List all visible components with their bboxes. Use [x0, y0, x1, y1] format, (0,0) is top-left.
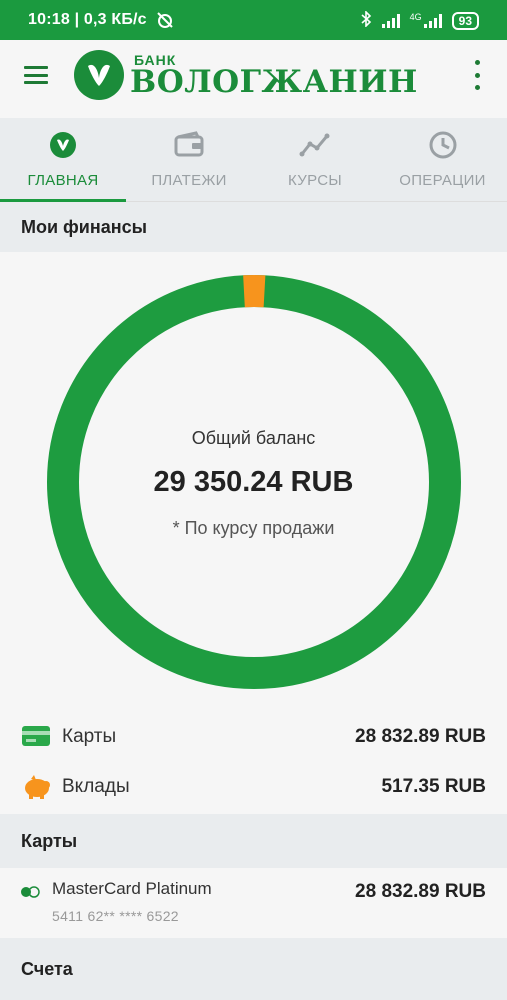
- section-my-finances: Мои финансы: [0, 202, 507, 252]
- summary-deposits-label: Вклады: [62, 776, 130, 797]
- battery-icon: 93: [451, 12, 479, 30]
- summary-row-deposits[interactable]: Вклады 517.35 RUB: [0, 762, 507, 812]
- card-icon: [22, 726, 50, 746]
- summary-row-cards[interactable]: Карты 28 832.89 RUB: [0, 712, 507, 762]
- more-vertical-icon[interactable]: [469, 60, 485, 90]
- summary-cards-label: Карты: [62, 726, 117, 747]
- network-type: 4G: [409, 12, 422, 22]
- balance-value: 29 350.24 RUB: [153, 466, 354, 498]
- tab-operations[interactable]: ОПЕРАЦИИ: [378, 118, 507, 202]
- summary-cards-value: 28 832.89 RUB: [355, 726, 486, 747]
- app-bar: БАНК ВОЛОГЖАНИН: [0, 40, 507, 118]
- menu-icon[interactable]: [24, 66, 48, 84]
- balance-note: * По курсу продажи: [172, 518, 335, 538]
- bank-logo-icon: [74, 50, 124, 100]
- wallet-icon: [174, 131, 204, 157]
- alarm-off-icon: [155, 10, 175, 35]
- status-time-speed: 10:18 | 0,3 КБ/с: [28, 11, 147, 28]
- balance-donut-area: Общий баланс 29 350.24 RUB * По курсу пр…: [0, 252, 507, 712]
- tab-main-label: ГЛАВНАЯ: [27, 172, 99, 189]
- mastercard-icon: [21, 886, 40, 898]
- card-name: MasterCard Platinum: [52, 879, 212, 898]
- tab-main[interactable]: ГЛАВНАЯ: [0, 118, 126, 202]
- clock-icon: [429, 131, 456, 159]
- tab-payments[interactable]: ПЛАТЕЖИ: [126, 118, 252, 202]
- bank-name: ВОЛОГЖАНИН: [130, 64, 418, 100]
- status-bar: 10:18 | 0,3 КБ/с 4G 93: [0, 0, 507, 40]
- summary-deposits-value: 517.35 RUB: [381, 776, 486, 797]
- tab-operations-label: ОПЕРАЦИИ: [399, 172, 486, 189]
- chart-line-icon: [299, 133, 330, 157]
- tab-payments-label: ПЛАТЕЖИ: [151, 172, 227, 189]
- tab-rates-label: КУРСЫ: [288, 172, 342, 189]
- card-item[interactable]: MasterCard Platinum 5411 62** **** 6522 …: [0, 868, 507, 938]
- card-balance: 28 832.89 RUB: [355, 881, 486, 902]
- tab-rates[interactable]: КУРСЫ: [252, 118, 378, 202]
- section-cards: Карты: [0, 814, 507, 868]
- card-number: 5411 62** **** 6522: [52, 908, 179, 924]
- piggy-bank-icon: [25, 775, 50, 799]
- signal-icon: [381, 14, 400, 28]
- bluetooth-icon: [360, 10, 372, 31]
- bank-logo-icon: [50, 132, 76, 158]
- balance-label: Общий баланс: [191, 428, 316, 448]
- tab-bar: ГЛАВНАЯ ПЛАТЕЖИ КУРСЫ ОПЕРАЦИИ: [0, 118, 507, 202]
- section-accounts: Счета: [0, 938, 507, 1000]
- signal-icon-2: [423, 14, 442, 28]
